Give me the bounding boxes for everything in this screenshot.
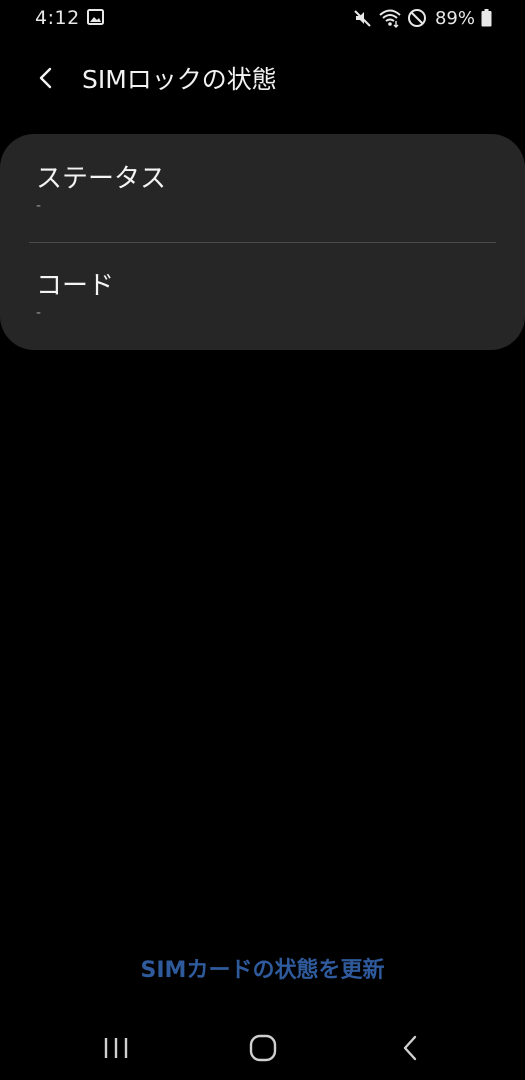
code-value: - bbox=[36, 305, 42, 321]
navigation-bar bbox=[0, 1018, 525, 1080]
recents-button[interactable] bbox=[94, 1028, 138, 1068]
status-icons: 89% bbox=[353, 7, 492, 29]
sim-lock-status-card: ステータス - コード - bbox=[0, 134, 525, 350]
battery-icon bbox=[481, 9, 492, 27]
code-label: コード bbox=[36, 271, 115, 301]
status-value: - bbox=[36, 198, 42, 214]
gallery-icon bbox=[87, 9, 104, 25]
status-time: 4:12 bbox=[35, 7, 80, 29]
page-title: SIMロックの状態 bbox=[82, 65, 277, 94]
back-button[interactable] bbox=[26, 58, 66, 98]
home-button[interactable] bbox=[241, 1028, 285, 1068]
back-arrow-icon bbox=[39, 67, 52, 89]
status-bar: 4:12 89% bbox=[0, 0, 525, 36]
app-header: SIMロックの状態 bbox=[0, 44, 525, 110]
status-label: ステータス bbox=[36, 164, 167, 194]
list-item-status[interactable]: ステータス - bbox=[0, 134, 525, 242]
recents-icon bbox=[104, 1038, 128, 1058]
mute-icon bbox=[354, 10, 371, 27]
battery-percent: 89% bbox=[434, 7, 475, 29]
list-item-code[interactable]: コード - bbox=[0, 243, 525, 350]
do-not-disturb-icon bbox=[407, 9, 426, 27]
back-icon bbox=[403, 1035, 417, 1061]
home-icon bbox=[249, 1034, 277, 1062]
refresh-sim-status-button[interactable]: SIMカードの状態を更新 bbox=[0, 952, 525, 984]
nav-back-button[interactable] bbox=[388, 1028, 432, 1068]
wifi-icon bbox=[379, 9, 401, 28]
